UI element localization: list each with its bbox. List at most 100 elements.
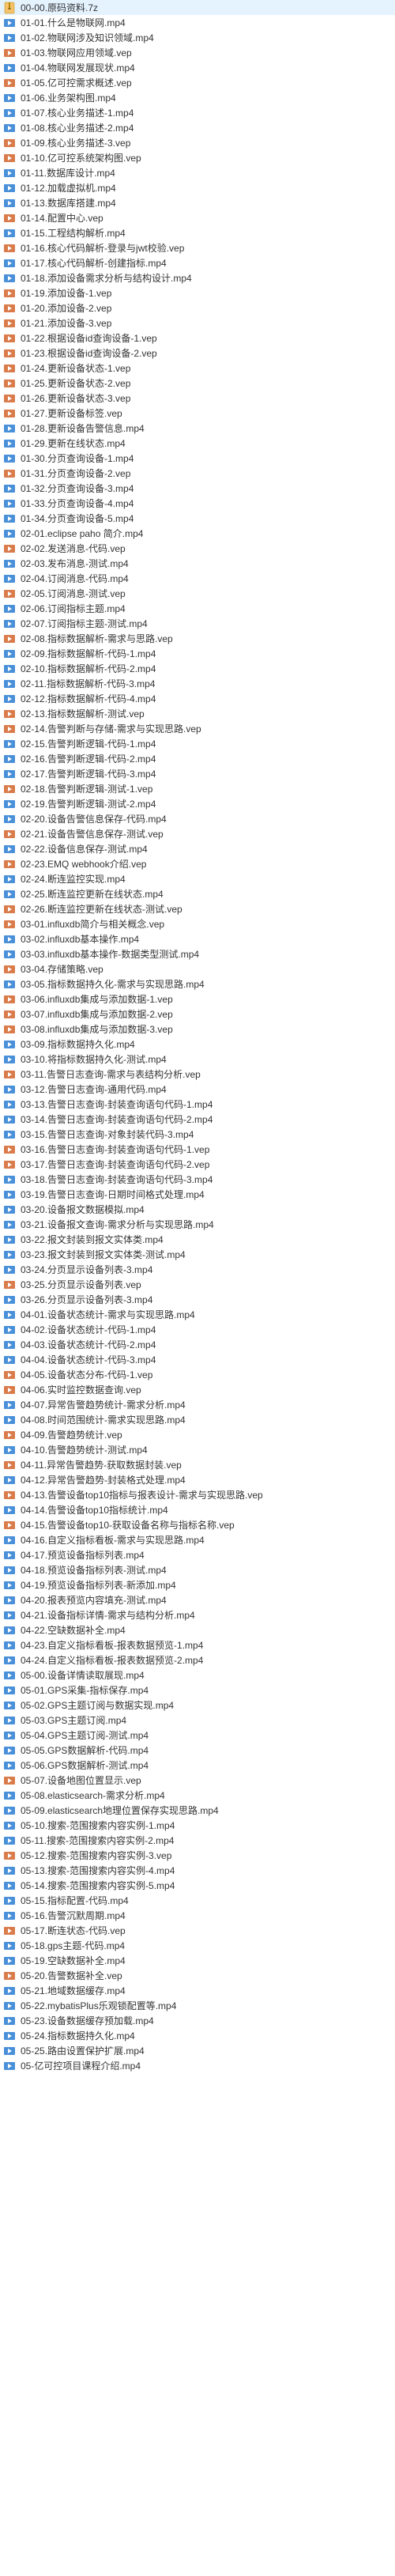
file-row[interactable]: 05-23.设备数据缓存预加载.mp4 xyxy=(0,2013,395,2028)
file-row[interactable]: 04-24.自定义指标看板-报表数据预览-2.mp4 xyxy=(0,1652,395,1668)
file-row[interactable]: 03-13.告警日志查询-封装查询语句代码-1.mp4 xyxy=(0,1097,395,1112)
file-row[interactable]: 03-03.influxdb基本操作-数据类型测试.mp4 xyxy=(0,946,395,961)
file-row[interactable]: 05-21.地域数据缓存.mp4 xyxy=(0,1983,395,1998)
file-row[interactable]: 01-12.加载虚拟机.mp4 xyxy=(0,180,395,195)
file-row[interactable]: 04-09.告警趋势统计.vep xyxy=(0,1427,395,1442)
file-row[interactable]: 02-17.告警判断逻辑-代码-3.mp4 xyxy=(0,766,395,781)
file-row[interactable]: 03-04.存储策略.vep xyxy=(0,961,395,976)
file-row[interactable]: 02-05.订阅消息-测试.vep xyxy=(0,586,395,601)
file-row[interactable]: 01-23.根据设备id查询设备-2.vep xyxy=(0,346,395,361)
file-row[interactable]: 04-10.告警趋势统计-测试.mp4 xyxy=(0,1442,395,1457)
file-row[interactable]: 02-23.EMQ webhook介绍.vep xyxy=(0,856,395,871)
file-row[interactable]: 04-11.异常告警趋势-获取数据封装.vep xyxy=(0,1457,395,1472)
file-row[interactable]: 03-21.设备报文查询-需求分析与实现思路.mp4 xyxy=(0,1217,395,1232)
file-row[interactable]: 01-10.亿可控系统架构图.vep xyxy=(0,150,395,165)
file-row[interactable]: 01-14.配置中心.vep xyxy=(0,210,395,225)
file-row[interactable]: 01-22.根据设备id查询设备-1.vep xyxy=(0,330,395,346)
file-row[interactable]: 05-17.断连状态-代码.vep xyxy=(0,1923,395,1938)
file-row[interactable]: 03-09.指标数据持久化.mp4 xyxy=(0,1037,395,1052)
file-row[interactable]: 05-22.mybatisPlus乐观锁配置等.mp4 xyxy=(0,1998,395,2013)
file-row[interactable]: 04-04.设备状态统计-代码-3.mp4 xyxy=(0,1352,395,1367)
file-row[interactable]: 01-28.更新设备告警信息.mp4 xyxy=(0,421,395,436)
file-row[interactable]: 05-03.GPS主题订阅.mp4 xyxy=(0,1713,395,1728)
file-row[interactable]: 05-05.GPS数据解析-代码.mp4 xyxy=(0,1743,395,1758)
file-row[interactable]: 03-26.分页显示设备列表-3.mp4 xyxy=(0,1292,395,1307)
file-row[interactable]: 01-33.分页查询设备-4.mp4 xyxy=(0,496,395,511)
file-row[interactable]: 02-13.指标数据解析-测试.vep xyxy=(0,706,395,721)
file-row[interactable]: 02-12.指标数据解析-代码-4.mp4 xyxy=(0,691,395,706)
file-row[interactable]: 04-02.设备状态统计-代码-1.mp4 xyxy=(0,1322,395,1337)
file-row[interactable]: 03-17.告警日志查询-封装查询语句代码-2.vep xyxy=(0,1157,395,1172)
file-row[interactable]: 01-05.亿可控需求概述.vep xyxy=(0,75,395,90)
file-row[interactable]: 01-19.添加设备-1.vep xyxy=(0,285,395,300)
file-row[interactable]: 05-19.空缺数据补全.mp4 xyxy=(0,1953,395,1968)
file-row[interactable]: 05-14.搜索-范围搜索内容实例-5.mp4 xyxy=(0,1878,395,1893)
file-row[interactable]: 02-10.指标数据解析-代码-2.mp4 xyxy=(0,661,395,676)
file-row[interactable]: 04-14.告警设备top10指标统计.mp4 xyxy=(0,1502,395,1517)
file-row[interactable]: 01-29.更新在线状态.mp4 xyxy=(0,436,395,451)
file-row[interactable]: 03-20.设备报文数据模拟.mp4 xyxy=(0,1202,395,1217)
file-row[interactable]: 02-25.断连监控更新在线状态.mp4 xyxy=(0,886,395,901)
file-row[interactable]: 01-09.核心业务描述-3.vep xyxy=(0,135,395,150)
file-row[interactable]: 04-23.自定义指标看板-报表数据预览-1.mp4 xyxy=(0,1637,395,1652)
file-row[interactable]: 03-19.告警日志查询-日期时间格式处理.mp4 xyxy=(0,1187,395,1202)
file-row[interactable]: 03-18.告警日志查询-封装查询语句代码-3.mp4 xyxy=(0,1172,395,1187)
file-row[interactable]: 04-05.设备状态分布-代码-1.vep xyxy=(0,1367,395,1382)
file-row[interactable]: 04-21.设备指标详情-需求与结构分析.mp4 xyxy=(0,1607,395,1622)
file-row[interactable]: 05-12.搜索-范围搜索内容实例-3.vep xyxy=(0,1848,395,1863)
file-row[interactable]: 05-25.路由设置保护扩展.mp4 xyxy=(0,2043,395,2058)
file-row[interactable]: 05-02.GPS主题订阅与数据实现.mp4 xyxy=(0,1698,395,1713)
file-row[interactable]: 04-03.设备状态统计-代码-2.mp4 xyxy=(0,1337,395,1352)
file-row[interactable]: 04-12.异常告警趋势-封装格式处理.mp4 xyxy=(0,1472,395,1487)
file-row[interactable]: 03-05.指标数据持久化-需求与实现思路.mp4 xyxy=(0,976,395,991)
file-row[interactable]: 02-24.断连监控实现.mp4 xyxy=(0,871,395,886)
file-row[interactable]: 01-27.更新设备标签.vep xyxy=(0,406,395,421)
file-row[interactable]: 01-30.分页查询设备-1.mp4 xyxy=(0,451,395,466)
file-row[interactable]: 05-06.GPS数据解析-测试.mp4 xyxy=(0,1758,395,1773)
file-row[interactable]: 02-01.eclipse paho 简介.mp4 xyxy=(0,526,395,541)
file-row[interactable]: 03-23.报文封装到报文实体类-测试.mp4 xyxy=(0,1247,395,1262)
file-row[interactable]: 01-03.物联网应用领域.vep xyxy=(0,45,395,60)
file-row[interactable]: 01-01.什么是物联网.mp4 xyxy=(0,15,395,30)
file-row[interactable]: 03-22.报文封装到报文实体类.mp4 xyxy=(0,1232,395,1247)
file-row[interactable]: 01-32.分页查询设备-3.mp4 xyxy=(0,481,395,496)
file-row[interactable]: 01-02.物联网涉及知识领域.mp4 xyxy=(0,30,395,45)
file-row[interactable]: 05-16.告警沉默周期.mp4 xyxy=(0,1908,395,1923)
file-row[interactable]: 04-20.报表预览内容填充-测试.mp4 xyxy=(0,1592,395,1607)
file-row[interactable]: 05-亿可控项目课程介绍.mp4 xyxy=(0,2058,395,2073)
file-row[interactable]: 01-13.数据库搭建.mp4 xyxy=(0,195,395,210)
file-row[interactable]: 04-01.设备状态统计-需求与实现思路.mp4 xyxy=(0,1307,395,1322)
file-row[interactable]: 02-19.告警判断逻辑-测试-2.mp4 xyxy=(0,796,395,811)
file-row[interactable]: 01-31.分页查询设备-2.vep xyxy=(0,466,395,481)
file-row[interactable]: 05-04.GPS主题订阅-测试.mp4 xyxy=(0,1728,395,1743)
file-row[interactable]: 03-10.将指标数据持久化-测试.mp4 xyxy=(0,1052,395,1067)
file-row[interactable]: 02-22.设备信息保存-测试.mp4 xyxy=(0,841,395,856)
file-row[interactable]: 03-12.告警日志查询-通用代码.mp4 xyxy=(0,1082,395,1097)
file-row[interactable]: 02-20.设备告警信息保存-代码.mp4 xyxy=(0,811,395,826)
file-row[interactable]: 03-16.告警日志查询-封装查询语句代码-1.vep xyxy=(0,1142,395,1157)
file-row[interactable]: 01-06.业务架构图.mp4 xyxy=(0,90,395,105)
file-row[interactable]: 02-07.订阅指标主题-测试.mp4 xyxy=(0,616,395,631)
file-row[interactable]: 03-07.influxdb集成与添加数据-2.vep xyxy=(0,1007,395,1022)
file-row[interactable]: 01-18.添加设备需求分析与结构设计.mp4 xyxy=(0,270,395,285)
file-row[interactable]: 04-06.实时监控数据查询.vep xyxy=(0,1382,395,1397)
file-row[interactable]: 02-04.订阅消息-代码.mp4 xyxy=(0,571,395,586)
file-row[interactable]: 04-13.告警设备top10指标与报表设计-需求与实现思路.vep xyxy=(0,1487,395,1502)
file-row[interactable]: 05-09.elasticsearch地理位置保存实现思路.mp4 xyxy=(0,1803,395,1818)
file-row[interactable]: 01-17.核心代码解析-创建指标.mp4 xyxy=(0,255,395,270)
file-row[interactable]: 05-10.搜索-范围搜索内容实例-1.mp4 xyxy=(0,1818,395,1833)
file-row[interactable]: 05-15.指标配置-代码.mp4 xyxy=(0,1893,395,1908)
file-row[interactable]: 04-22.空缺数据补全.mp4 xyxy=(0,1622,395,1637)
file-row[interactable]: 03-24.分页显示设备列表-3.mp4 xyxy=(0,1262,395,1277)
file-row[interactable]: 04-17.预览设备指标列表.mp4 xyxy=(0,1547,395,1562)
file-row[interactable]: 01-21.添加设备-3.vep xyxy=(0,315,395,330)
file-row[interactable]: 01-25.更新设备状态-2.vep xyxy=(0,376,395,391)
file-row[interactable]: 02-26.断连监控更新在线状态-测试.vep xyxy=(0,901,395,916)
file-row[interactable]: 03-14.告警日志查询-封装查询语句代码-2.mp4 xyxy=(0,1112,395,1127)
file-row[interactable]: 01-08.核心业务描述-2.mp4 xyxy=(0,120,395,135)
file-row[interactable]: 00-00.原码资料.7z xyxy=(0,0,395,15)
file-row[interactable]: 03-11.告警日志查询-需求与表结构分析.vep xyxy=(0,1067,395,1082)
file-row[interactable]: 02-09.指标数据解析-代码-1.mp4 xyxy=(0,646,395,661)
file-row[interactable]: 03-01.influxdb简介与相关概念.vep xyxy=(0,916,395,931)
file-row[interactable]: 05-24.指标数据持久化.mp4 xyxy=(0,2028,395,2043)
